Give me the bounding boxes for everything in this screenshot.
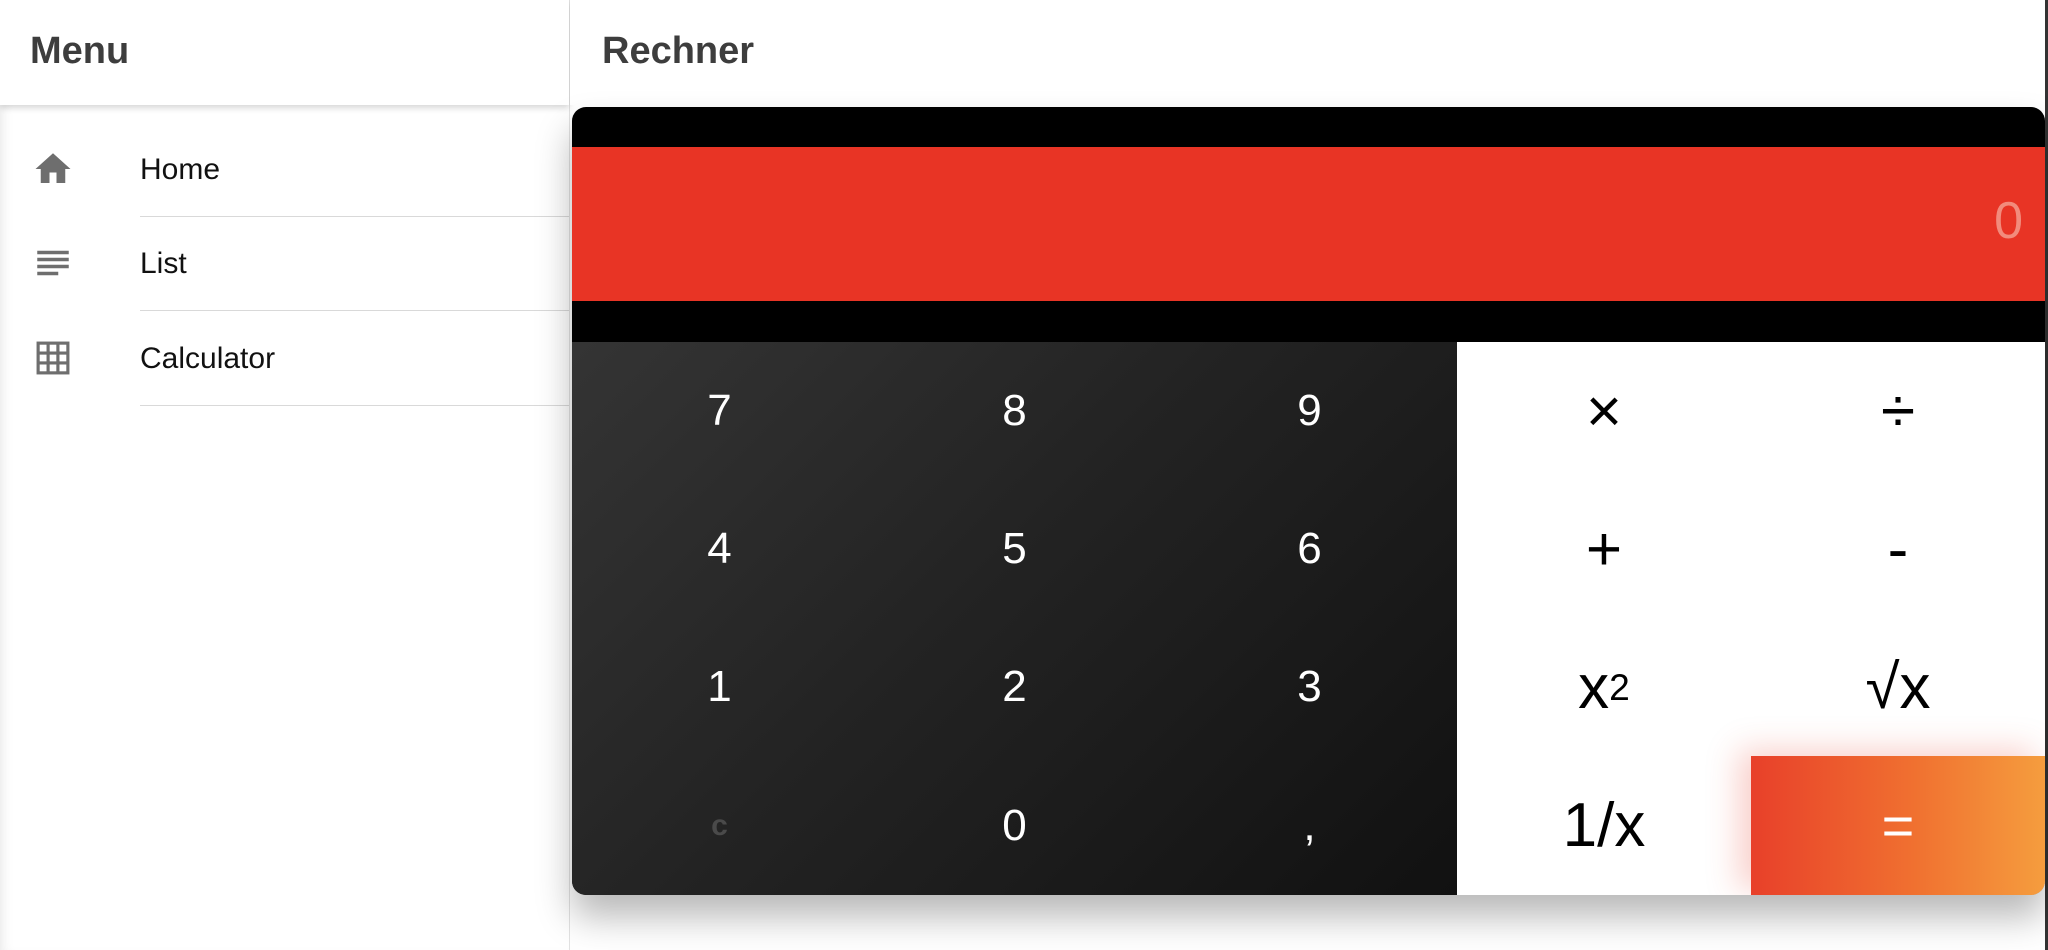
key-9[interactable]: 9 bbox=[1162, 342, 1457, 480]
key-4[interactable]: 4 bbox=[572, 480, 867, 618]
plus-button[interactable]: + bbox=[1457, 480, 1751, 618]
list-icon bbox=[37, 250, 69, 276]
display-value: 0 bbox=[1994, 192, 2023, 250]
main-header: Rechner bbox=[570, 0, 2048, 105]
sidebar-title: Menu bbox=[30, 30, 130, 72]
key-6[interactable]: 6 bbox=[1162, 480, 1457, 618]
sidebar-item-list[interactable]: List bbox=[0, 217, 569, 311]
sidebar-item-label: Calculator bbox=[140, 342, 276, 375]
square-button[interactable]: x2 bbox=[1457, 618, 1751, 756]
minus-button[interactable]: - bbox=[1751, 480, 2045, 618]
sidebar-item-calculator[interactable]: Calculator bbox=[0, 312, 569, 406]
multiply-button[interactable]: × bbox=[1457, 342, 1751, 480]
sidebar-item-label: List bbox=[140, 247, 187, 280]
equals-button[interactable]: = bbox=[1751, 756, 2045, 895]
decimal-comma-key[interactable]: , bbox=[1162, 756, 1457, 895]
sidebar: Menu Home List Calculator bbox=[0, 0, 570, 950]
calculator-display: 0 bbox=[572, 147, 2045, 301]
sidebar-item-label: Home bbox=[140, 153, 221, 186]
key-3[interactable]: 3 bbox=[1162, 618, 1457, 756]
calculator: 0 7 8 9 4 5 6 1 2 3 c 0 , × ÷ + - x2 √x … bbox=[572, 107, 2045, 895]
key-5[interactable]: 5 bbox=[867, 480, 1162, 618]
page-title: Rechner bbox=[602, 30, 755, 72]
divider bbox=[140, 310, 569, 311]
key-0[interactable]: 0 bbox=[867, 756, 1162, 895]
operator-keypad: × ÷ + - x2 √x 1/x = bbox=[1457, 342, 2045, 895]
square-base: x bbox=[1578, 652, 1610, 722]
sqrt-button[interactable]: √x bbox=[1751, 618, 2045, 756]
key-8[interactable]: 8 bbox=[867, 342, 1162, 480]
home-icon bbox=[35, 153, 71, 183]
key-7[interactable]: 7 bbox=[572, 342, 867, 480]
key-1[interactable]: 1 bbox=[572, 618, 867, 756]
grid-icon bbox=[36, 341, 70, 375]
sidebar-header: Menu bbox=[0, 0, 569, 105]
sidebar-item-home[interactable]: Home bbox=[0, 123, 569, 217]
square-exponent: 2 bbox=[1609, 665, 1630, 708]
clear-button[interactable]: c bbox=[572, 756, 867, 895]
key-2[interactable]: 2 bbox=[867, 618, 1162, 756]
divider bbox=[140, 405, 569, 406]
divide-button[interactable]: ÷ bbox=[1751, 342, 2045, 480]
reciprocal-button[interactable]: 1/x bbox=[1457, 756, 1751, 895]
number-keypad: 7 8 9 4 5 6 1 2 3 c 0 , bbox=[572, 342, 1457, 895]
